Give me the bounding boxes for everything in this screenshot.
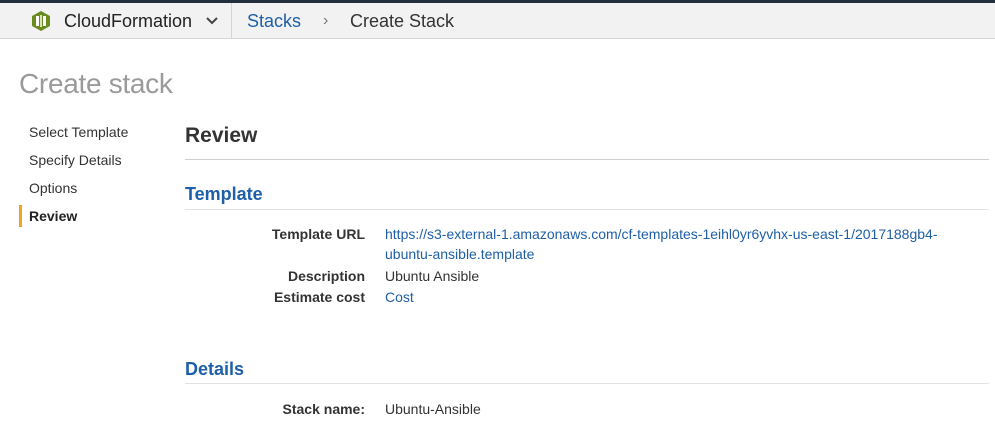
stack-name-label: Stack name: [282,401,365,417]
template-url-line2[interactable]: ubuntu-ansible.template [385,244,938,264]
divider [185,209,989,210]
description-value: Ubuntu Ansible [385,268,480,284]
wizard-steps: Select Template Specify Details Options … [19,120,169,232]
service-name: CloudFormation [64,11,193,31]
service-menu[interactable]: CloudFormation [0,3,232,39]
divider [185,159,989,160]
page-title: Create stack [19,68,173,99]
step-select-template[interactable]: Select Template [19,120,169,148]
template-url-label: Template URL [271,226,365,242]
review-title: Review [185,124,258,147]
divider [185,383,989,384]
cloudformation-icon [32,11,50,31]
template-section-title: Template [185,184,263,204]
details-section-title: Details [185,359,245,379]
header-bar: CloudFormation Stacks › Create Stack [0,3,995,39]
estimate-cost-label: Estimate cost [273,289,365,305]
breadcrumb-current: Create Stack [350,11,455,31]
estimate-cost-link[interactable]: Cost [385,287,414,307]
stack-name-value: Ubuntu-Ansible [385,401,481,417]
step-options[interactable]: Options [19,176,169,204]
description-label: Description [287,268,365,284]
breadcrumb-separator: › [323,12,329,29]
chevron-down-icon [206,17,218,25]
step-review[interactable]: Review [19,204,169,232]
breadcrumb-stacks-link[interactable]: Stacks [247,11,301,32]
step-specify-details[interactable]: Specify Details [19,148,169,176]
template-url-line1[interactable]: https://s3-external-1.amazonaws.com/cf-t… [385,224,938,244]
template-url-value[interactable]: https://s3-external-1.amazonaws.com/cf-t… [385,224,938,264]
